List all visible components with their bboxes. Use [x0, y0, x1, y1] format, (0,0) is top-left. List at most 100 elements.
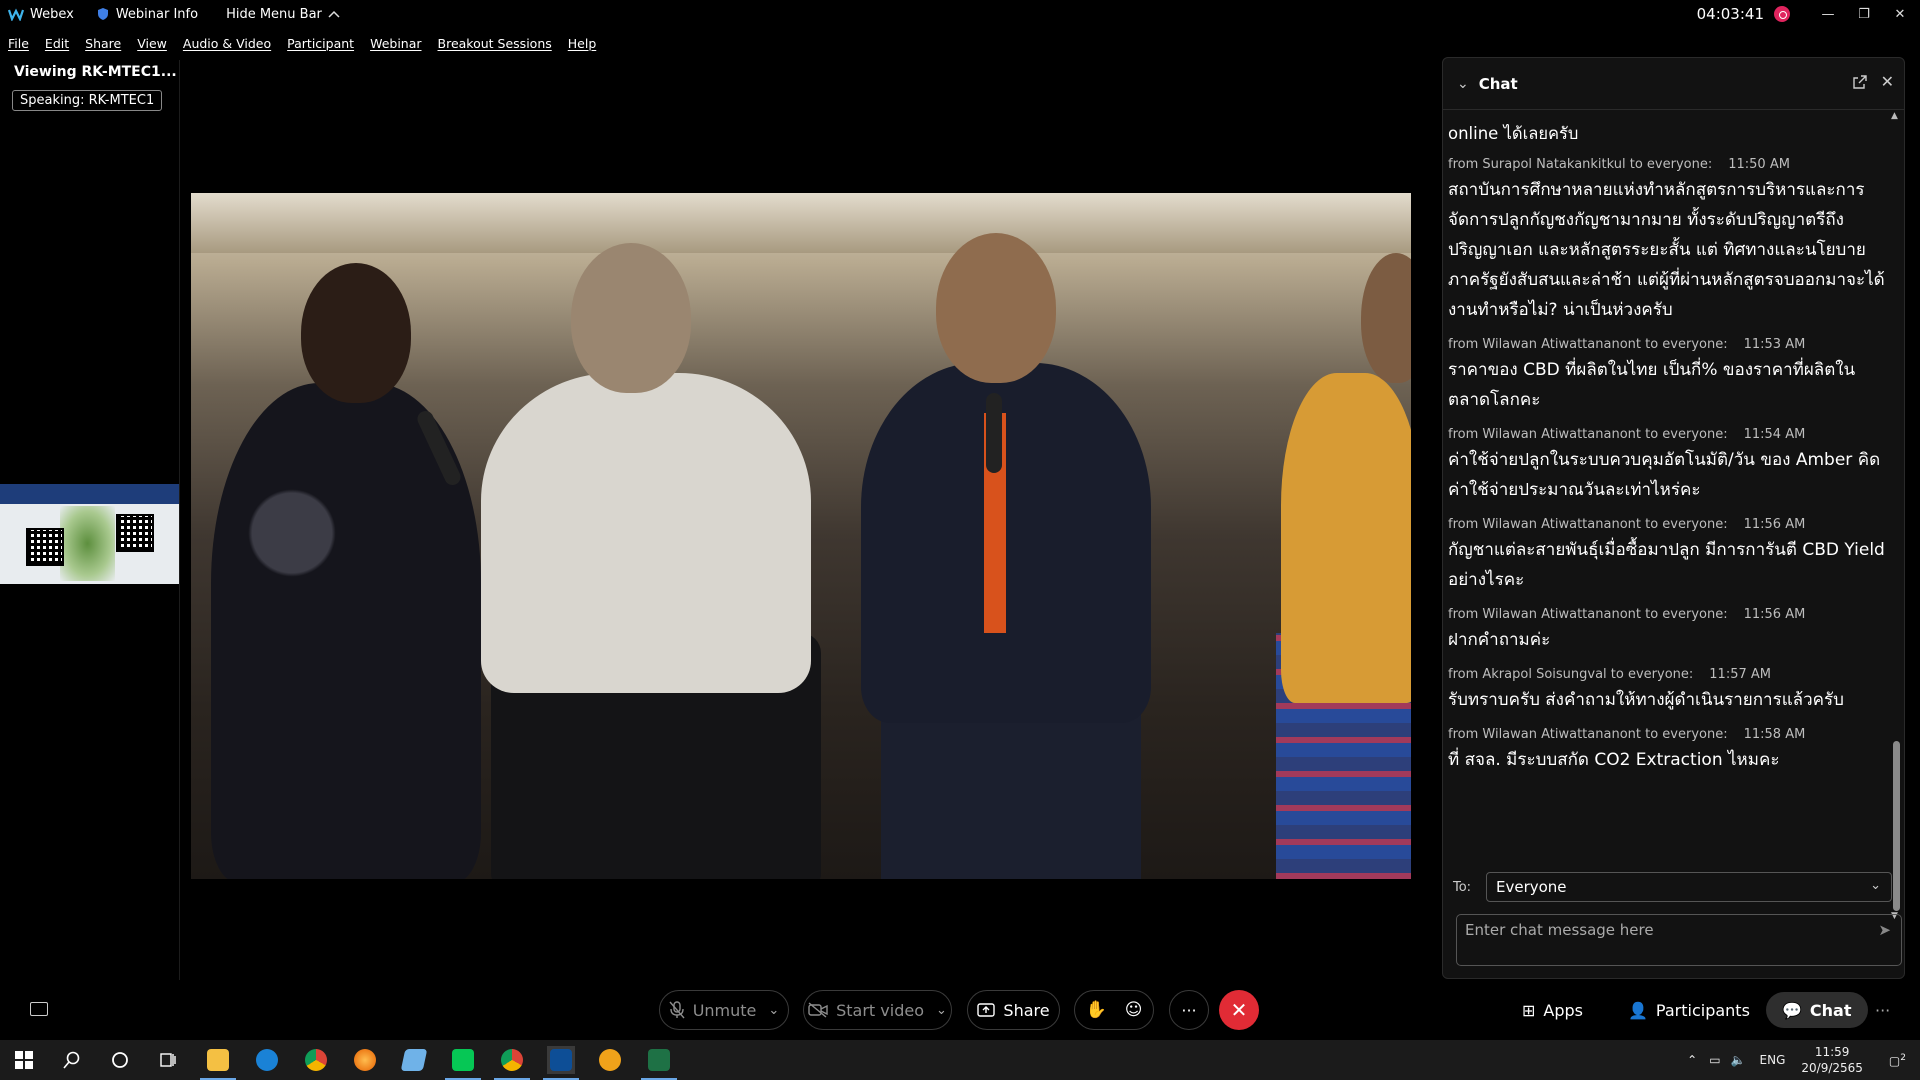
cortana-icon[interactable] [106, 1046, 134, 1074]
send-icon[interactable]: ➤ [1878, 921, 1891, 939]
notes-app-icon[interactable] [400, 1046, 428, 1074]
leave-meeting-button[interactable]: ✕ [1219, 990, 1259, 1030]
scroll-up-icon[interactable]: ▲ [1891, 111, 1898, 121]
apps-label: Apps [1543, 1000, 1583, 1020]
menu-bar: File Edit Share View Audio & Video Parti… [0, 32, 604, 54]
chat-bubble-icon: 💬 [1782, 1000, 1802, 1020]
chat-time: 11:56 AM [1743, 517, 1806, 532]
recording-icon[interactable] [1774, 6, 1790, 22]
apps-button[interactable]: ⊞ Apps [1522, 992, 1583, 1028]
unmute-button[interactable]: Unmute ⌄ [659, 990, 789, 1030]
chat-message: from Surapol Natakankitkul to everyone: 1… [1448, 155, 1885, 325]
clock-date: 20/9/2565 [1801, 1061, 1863, 1075]
start-video-button[interactable]: Start video ⌄ [803, 990, 952, 1030]
video-off-icon [808, 1002, 828, 1018]
closed-captions-icon[interactable] [30, 1002, 48, 1016]
menu-view[interactable]: View [137, 36, 167, 51]
menu-edit[interactable]: Edit [45, 36, 69, 51]
participants-label: Participants [1655, 1000, 1750, 1020]
file-explorer-icon[interactable] [200, 1046, 236, 1080]
system-clock[interactable]: 11:59 20/9/2565 [1801, 1044, 1863, 1076]
menu-participant[interactable]: Participant [287, 36, 354, 51]
collapse-chevron-icon[interactable]: ⌄ [1457, 76, 1469, 92]
main-video-feed[interactable] [191, 193, 1411, 879]
chat-message-meta: from Wilawan Atiwattananont to everyone:… [1448, 725, 1885, 745]
meeting-controls-bar: Unmute ⌄ Start video ⌄ Share ✋ ☺ ··· ✕ ⊞… [0, 988, 1920, 1032]
participants-button[interactable]: 👤 Participants [1628, 992, 1750, 1028]
network-icon[interactable]: ▭ [1709, 1053, 1720, 1067]
qr-code-icon [116, 514, 154, 552]
title-bar: Webex Webinar Info Hide Menu Bar 04:03:4… [0, 0, 1920, 28]
close-window-button[interactable]: ✕ [1884, 0, 1916, 28]
hide-menu-label: Hide Menu Bar [226, 6, 322, 22]
participants-icon: 👤 [1628, 1000, 1648, 1020]
chat-sender: from Wilawan Atiwattananont to everyone: [1448, 337, 1728, 352]
chat-message: from Wilawan Atiwattananont to everyone:… [1448, 515, 1885, 595]
input-language[interactable]: ENG [1760, 1053, 1786, 1067]
chat-input-box[interactable]: ➤ [1456, 914, 1902, 966]
overflow-menu-button[interactable]: ··· [1875, 992, 1890, 1028]
chat-message-text: ค่าใช้จ่ายปลูกในระบบควบคุมอัตโนมัติ/วัน … [1448, 450, 1881, 500]
chrome-icon[interactable] [302, 1046, 330, 1074]
raise-hand-icon[interactable]: ✋ [1086, 1000, 1107, 1020]
chat-time: 11:54 AM [1743, 427, 1806, 442]
shared-content-thumbnail[interactable] [0, 484, 179, 584]
close-chat-icon[interactable]: ✕ [1881, 72, 1894, 91]
menu-share[interactable]: Share [85, 36, 121, 51]
chat-sender: from Wilawan Atiwattananont to everyone: [1448, 607, 1728, 622]
app-name: Webex [30, 6, 74, 22]
chat-scrollbar[interactable]: ▲ ▼ [1890, 111, 1902, 921]
chat-sender: from Wilawan Atiwattananont to everyone: [1448, 427, 1728, 442]
paint-app-icon[interactable] [596, 1046, 624, 1074]
menu-file[interactable]: File [8, 36, 29, 51]
chrome-profile-icon[interactable] [494, 1046, 530, 1080]
chat-message-text: ที่ สจล. มีระบบสกัด CO2 Extraction ไหมคะ [1448, 750, 1780, 770]
more-options-button[interactable]: ··· [1169, 990, 1209, 1030]
webinar-info-label: Webinar Info [115, 6, 199, 22]
task-view-icon[interactable] [154, 1046, 182, 1074]
internet-explorer-icon[interactable] [253, 1046, 281, 1074]
share-button[interactable]: Share [967, 990, 1060, 1030]
search-icon[interactable] [58, 1046, 86, 1074]
thumbnail-banner [0, 484, 179, 504]
chat-message-meta: from Akrapol Soisungval to everyone: 11:5… [1448, 665, 1885, 685]
menu-breakout-sessions[interactable]: Breakout Sessions [438, 36, 552, 51]
menu-audio-video[interactable]: Audio & Video [183, 36, 271, 51]
chat-message-meta: from Wilawan Atiwattananont to everyone:… [1448, 335, 1885, 355]
chat-time: 11:57 AM [1709, 667, 1771, 682]
webinar-info-button[interactable]: Webinar Info [96, 7, 198, 22]
chat-message-list[interactable]: online ได้เลยครับ from Surapol Natakanki… [1443, 111, 1891, 921]
chat-message-input[interactable] [1465, 919, 1865, 941]
restore-button[interactable]: ❐ [1848, 0, 1880, 28]
recipient-dropdown[interactable]: Everyone ⌄ [1486, 872, 1892, 902]
volume-icon[interactable]: 🔈 [1731, 1053, 1746, 1067]
popout-icon[interactable] [1852, 74, 1868, 90]
excel-icon[interactable] [641, 1046, 677, 1080]
chevron-down-icon[interactable]: ⌄ [936, 1003, 947, 1018]
menu-webinar[interactable]: Webinar [370, 36, 421, 51]
chat-button[interactable]: 💬 Chat [1766, 992, 1868, 1028]
chat-message: from Wilawan Atiwattananont to everyone:… [1448, 725, 1885, 775]
chat-time: 11:53 AM [1743, 337, 1806, 352]
system-tray: ⌃ ▭ 🔈 ENG 11:59 20/9/2565 ▢2 [1687, 1040, 1920, 1080]
qr-code-icon [26, 528, 64, 566]
chevron-down-icon[interactable]: ⌄ [768, 1003, 779, 1018]
menu-help[interactable]: Help [568, 36, 597, 51]
firefox-icon[interactable] [351, 1046, 379, 1074]
line-app-icon[interactable] [445, 1046, 481, 1080]
minimize-button[interactable]: — [1812, 0, 1844, 28]
start-menu-icon[interactable] [10, 1046, 38, 1074]
overflow-label: ··· [1875, 1000, 1891, 1020]
speaking-badge: Speaking: RK-MTEC1 [12, 90, 163, 111]
chat-message: from Wilawan Atiwattananont to everyone:… [1448, 335, 1885, 415]
notifications-icon[interactable]: ▢2 [1889, 1053, 1906, 1068]
chat-message-meta: from Surapol Natakankitkul to everyone: 1… [1448, 155, 1885, 175]
webex-taskbar-icon[interactable] [543, 1046, 579, 1080]
clock-time: 11:59 [1814, 1045, 1850, 1059]
close-icon: ✕ [1230, 998, 1248, 1022]
chat-sender: from Wilawan Atiwattananont to everyone: [1448, 517, 1728, 532]
reactions-icon[interactable]: ☺ [1125, 1000, 1143, 1020]
hide-menu-bar-button[interactable]: Hide Menu Bar [226, 7, 340, 22]
chat-message: from Wilawan Atiwattananont to everyone:… [1448, 605, 1885, 655]
chevron-up-icon[interactable]: ⌃ [1687, 1053, 1697, 1067]
